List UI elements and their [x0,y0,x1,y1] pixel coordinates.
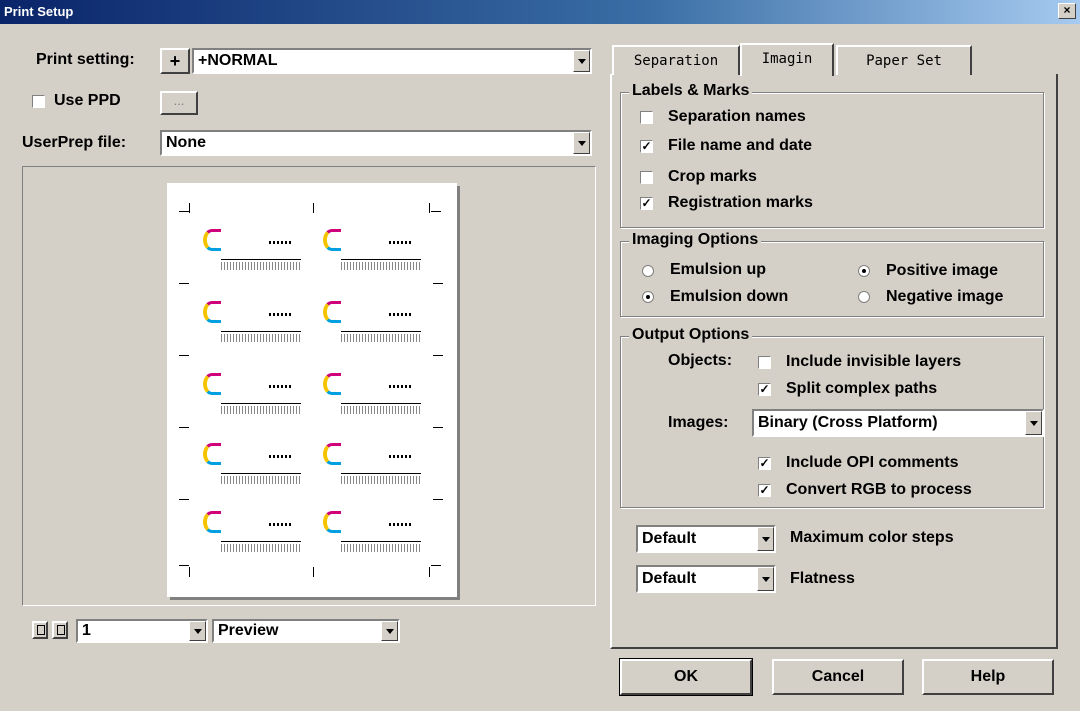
next-page-button[interactable] [52,621,68,639]
window-title: Print Setup [4,4,74,19]
output-options-title: Output Options [629,326,753,344]
tab-separation[interactable]: Separation [612,45,740,75]
images-label: Images: [668,414,729,431]
chevron-down-icon[interactable] [757,527,774,551]
logo-icon [203,511,221,533]
close-button[interactable]: × [1058,3,1076,19]
crop-marks-checkbox[interactable] [640,171,653,184]
flatness-dropdown[interactable]: Default [636,565,776,593]
registration-marks-checkbox[interactable]: ✓ [640,197,653,210]
page-number-dropdown[interactable]: 1 [76,619,208,643]
crop-marks-label: Crop marks [668,168,757,185]
logo-icon [203,373,221,395]
split-complex-paths-checkbox[interactable]: ✓ [758,383,771,396]
emulsion-down-radio[interactable] [642,291,654,303]
logo-icon [203,301,221,323]
title-bar: Print Setup × [0,0,1080,24]
emulsion-up-label: Emulsion up [670,261,766,278]
ok-button[interactable]: OK [619,658,753,696]
file-name-date-checkbox[interactable]: ✓ [640,140,653,153]
images-value: Binary (Cross Platform) [758,414,938,431]
cancel-button[interactable]: Cancel [772,659,904,695]
include-opi-comments-label: Include OPI comments [786,454,959,471]
registration-marks-label: Registration marks [668,194,813,211]
chevron-down-icon[interactable] [573,50,590,72]
max-color-steps-dropdown[interactable]: Default [636,525,776,553]
userprep-dropdown[interactable]: None [160,130,592,156]
userprep-value: None [166,134,206,151]
flatness-label: Flatness [790,570,855,587]
convert-rgb-label: Convert RGB to process [786,481,972,498]
include-invisible-layers-checkbox[interactable] [758,356,771,369]
logo-icon [323,229,341,251]
tab-imagin[interactable]: Imagin [740,43,834,76]
logo-icon [323,301,341,323]
preview-area [22,166,596,606]
imaging-options-title: Imaging Options [629,231,762,249]
max-color-steps-value: Default [642,530,697,547]
view-mode-dropdown[interactable]: Preview [212,619,400,643]
objects-label: Objects: [668,352,733,369]
file-name-date-label: File name and date [668,137,813,154]
logo-icon [203,443,221,465]
include-opi-comments-checkbox[interactable]: ✓ [758,457,771,470]
print-setting-label: Print setting: [36,51,135,68]
negative-image-radio[interactable] [858,291,870,303]
chevron-down-icon[interactable] [757,567,774,591]
print-setting-value: +NORMAL [198,52,278,69]
preview-page [167,183,457,597]
chevron-down-icon[interactable] [189,621,206,641]
tab-paper-set[interactable]: Paper Set [836,45,972,75]
previous-page-button[interactable] [32,621,48,639]
chevron-down-icon[interactable] [573,132,590,154]
help-button[interactable]: Help [922,659,1054,695]
page-number-value: 1 [82,622,91,639]
split-complex-paths-label: Split complex paths [786,380,938,397]
positive-image-label: Positive image [886,262,999,279]
logo-icon [323,511,341,533]
separation-names-checkbox[interactable] [640,111,653,124]
logo-icon [323,373,341,395]
emulsion-up-radio[interactable] [642,265,654,277]
positive-image-radio[interactable] [858,265,870,277]
logo-icon [203,229,221,251]
chevron-down-icon[interactable] [381,621,398,641]
use-ppd-label: Use PPD [54,92,121,109]
images-dropdown[interactable]: Binary (Cross Platform) [752,409,1044,437]
chevron-down-icon[interactable] [1025,411,1042,435]
flatness-value: Default [642,570,697,587]
negative-image-label: Negative image [886,288,1004,305]
add-print-setting-button[interactable]: + [160,48,190,74]
max-color-steps-label: Maximum color steps [790,529,954,546]
logo-icon [323,443,341,465]
separation-names-label: Separation names [668,108,806,125]
userprep-label: UserPrep file: [22,134,127,151]
emulsion-down-label: Emulsion down [670,288,789,305]
use-ppd-checkbox[interactable] [32,95,45,108]
view-mode-value: Preview [218,622,279,639]
labels-marks-title: Labels & Marks [629,82,753,100]
print-setting-dropdown[interactable]: +NORMAL [192,48,592,74]
ppd-browse-button[interactable]: ... [160,91,198,115]
convert-rgb-checkbox[interactable]: ✓ [758,484,771,497]
include-invisible-layers-label: Include invisible layers [786,353,962,370]
